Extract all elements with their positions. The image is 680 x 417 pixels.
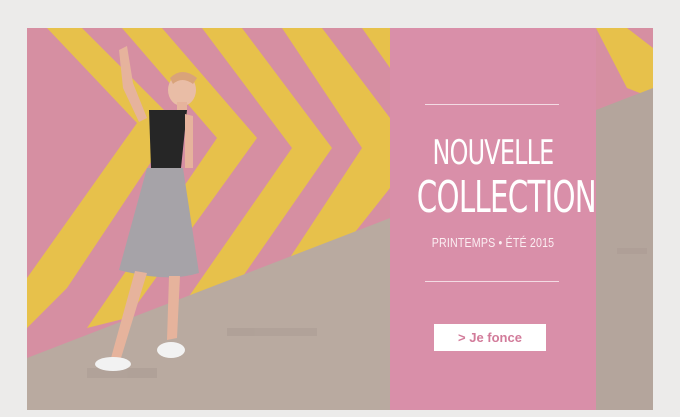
page-frame: NOUVELLE COLLECTION PRINTEMPS • ÉTÉ 2015… [0,0,680,417]
hero-banner[interactable]: NOUVELLE COLLECTION PRINTEMPS • ÉTÉ 2015… [27,28,653,410]
je-fonce-button[interactable]: > Je fonce [434,324,546,351]
headline-collection: COLLECTION [416,172,597,223]
season-subtitle: PRINTEMPS • ÉTÉ 2015 [431,235,555,250]
panel-divider-top [425,104,559,105]
panel-divider-bottom [425,281,559,282]
headline-nouvelle: NOUVELLE [432,133,555,173]
